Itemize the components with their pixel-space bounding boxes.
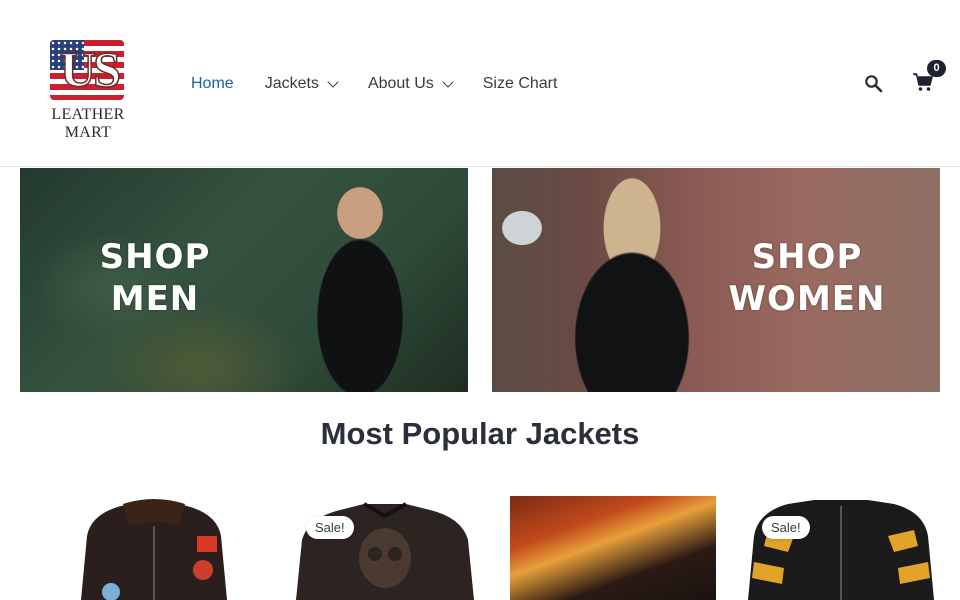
search-icon[interactable] xyxy=(864,74,884,94)
site-logo[interactable]: US LEATHER MART xyxy=(28,38,158,141)
nav-item-about-us[interactable]: About Us xyxy=(367,75,454,93)
product-card[interactable] xyxy=(51,496,257,600)
site-header: US LEATHER MART Home Jackets About Us Si… xyxy=(0,0,960,167)
product-image xyxy=(81,499,227,600)
cart-count-badge: 0 xyxy=(927,60,946,77)
product-card[interactable] xyxy=(510,496,716,600)
banner-text: SHOP MEN xyxy=(75,236,235,320)
nav-item-home[interactable]: Home xyxy=(191,75,234,93)
banner-line: SHOP xyxy=(99,237,211,277)
nav-item-label: About Us xyxy=(367,75,434,92)
banner-text: SHOP WOMEN xyxy=(722,236,892,320)
product-image xyxy=(296,502,474,600)
product-card[interactable]: Sale! xyxy=(738,496,944,600)
banner-line: SHOP xyxy=(751,237,863,277)
banner-line: WOMEN xyxy=(728,279,886,319)
nav-item-label: Size Chart xyxy=(482,75,558,92)
nav-item-label: Home xyxy=(191,75,234,92)
logo-mark: US xyxy=(59,40,121,98)
nav-item-jackets[interactable]: Jackets xyxy=(264,75,339,93)
sale-badge: Sale! xyxy=(762,516,810,539)
banner-line: MEN xyxy=(110,279,200,319)
sale-badge: Sale! xyxy=(306,516,354,539)
main-nav: Home Jackets About Us Size Chart xyxy=(191,72,588,96)
logo-text: LEATHER MART xyxy=(51,106,125,141)
chevron-down-icon xyxy=(442,75,454,88)
chevron-down-icon xyxy=(327,75,339,88)
product-image xyxy=(748,500,934,600)
product-image xyxy=(510,496,716,600)
section-title: Most Popular Jackets xyxy=(320,416,640,451)
shop-men-banner[interactable]: SHOP MEN xyxy=(20,168,468,392)
product-card[interactable]: Sale! xyxy=(282,496,488,600)
shop-women-banner[interactable]: SHOP WOMEN xyxy=(492,168,940,392)
nav-item-label: Jackets xyxy=(264,75,319,92)
nav-item-size-chart[interactable]: Size Chart xyxy=(483,75,558,93)
